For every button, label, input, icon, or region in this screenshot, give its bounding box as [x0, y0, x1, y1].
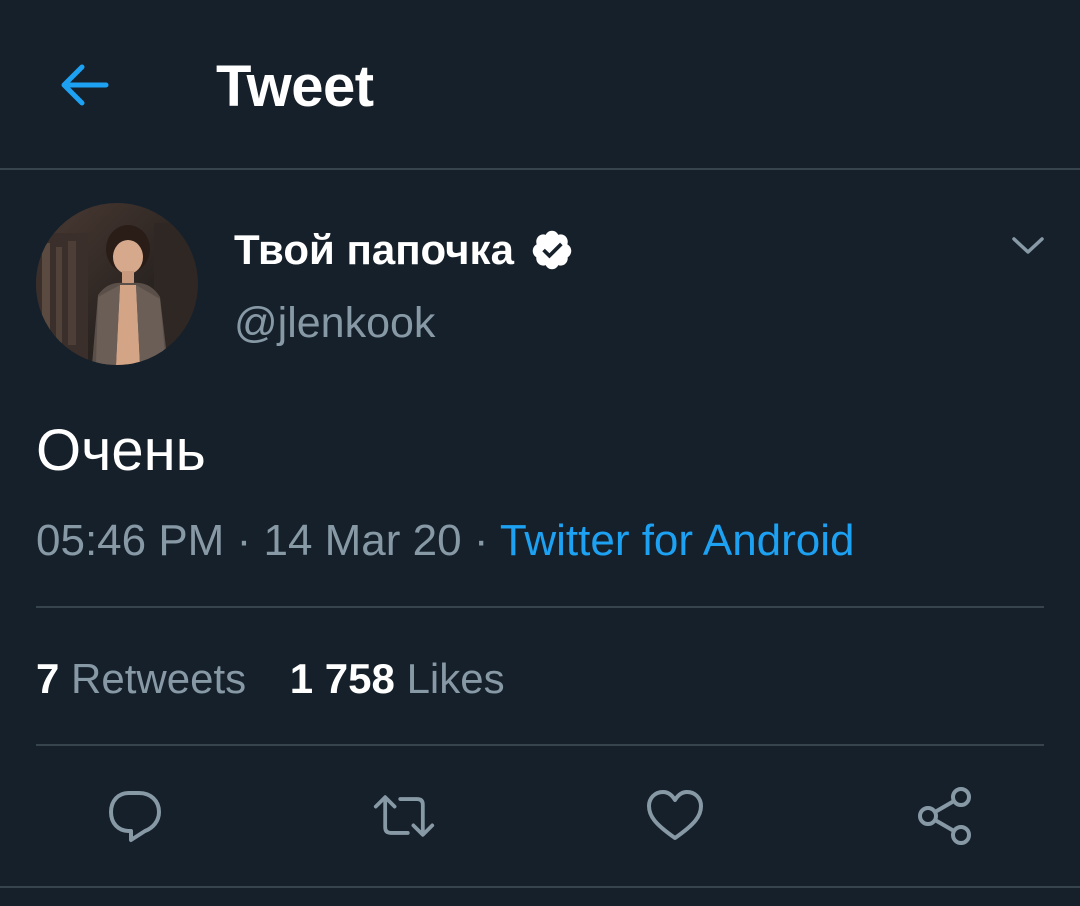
meta-separator: ·: [473, 516, 489, 565]
reply-icon: [109, 791, 161, 842]
tweet-stats: 7 Retweets 1 758 Likes: [36, 652, 505, 706]
chevron-down-icon: [1012, 237, 1044, 254]
likes-label: Likes: [406, 655, 505, 702]
retweets-stat[interactable]: 7 Retweets: [36, 655, 258, 702]
likes-count: 1 758: [289, 655, 395, 702]
retweets-label: Retweets: [71, 655, 247, 702]
share-icon: [918, 787, 971, 845]
meta-separator: ·: [236, 516, 252, 565]
tweet-time: 05:46 PM: [36, 516, 225, 565]
top-bar: Tweet: [0, 0, 1080, 170]
verified-badge-icon: [530, 228, 574, 272]
header-divider: [0, 168, 1080, 170]
author-handle[interactable]: @jlenkook: [234, 298, 435, 348]
avatar-photo: [36, 203, 198, 365]
reply-button[interactable]: [103, 784, 167, 848]
tweet-date: 14 Mar 20: [263, 516, 462, 565]
like-button[interactable]: [643, 784, 707, 848]
back-button[interactable]: [56, 60, 112, 110]
retweets-count: 7: [36, 655, 60, 702]
share-button[interactable]: [913, 784, 977, 848]
more-options-button[interactable]: [1006, 226, 1050, 266]
retweet-button[interactable]: [372, 784, 436, 848]
back-arrow-icon: [61, 64, 109, 106]
page-title: Tweet: [216, 54, 374, 119]
retweet-icon: [373, 795, 435, 837]
author-name-row[interactable]: Твой папочка: [234, 225, 574, 275]
tweet-text: Очень: [36, 418, 206, 483]
tweet-source-link[interactable]: Twitter for Android: [500, 516, 855, 565]
like-icon: [647, 790, 703, 840]
author-name: Твой папочка: [234, 226, 514, 273]
meta-divider: [36, 606, 1044, 608]
action-bar-divider: [0, 886, 1080, 888]
tweet-meta: 05:46 PM · 14 Mar 20 · Twitter for Andro…: [36, 514, 855, 568]
stats-divider: [36, 744, 1044, 746]
avatar[interactable]: [36, 203, 198, 365]
likes-stat[interactable]: 1 758 Likes: [290, 655, 505, 702]
